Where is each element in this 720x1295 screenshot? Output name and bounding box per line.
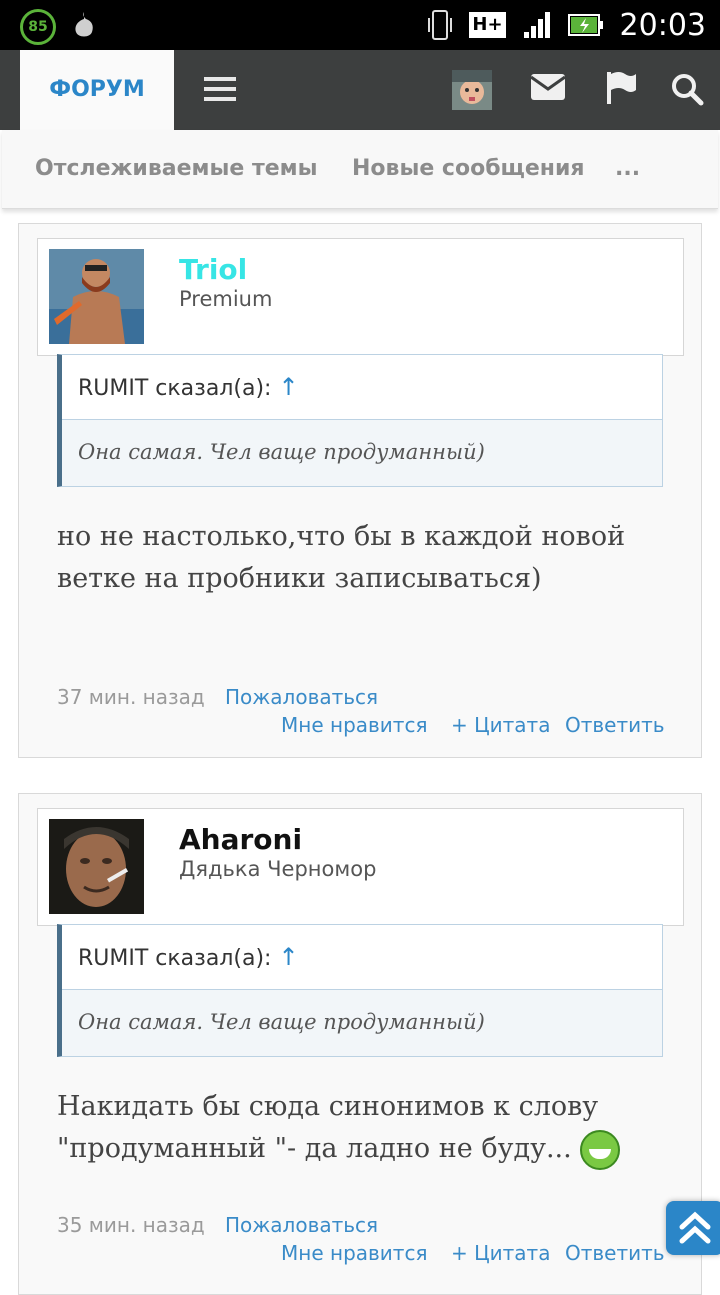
post-time[interactable]: 37 мин. назад [57, 685, 205, 709]
reply-link[interactable]: Ответить [565, 713, 665, 737]
quote-author: RUMIT сказал(а): [78, 946, 272, 971]
like-link[interactable]: Мне нравится [281, 713, 427, 737]
reply-link[interactable]: Ответить [565, 1241, 665, 1265]
scroll-to-top-button[interactable] [666, 1201, 720, 1255]
flag-icon[interactable] [605, 70, 637, 104]
user-avatar[interactable] [452, 70, 492, 110]
author-avatar[interactable] [49, 819, 144, 914]
quote-jump-arrow-icon[interactable]: ↑ [278, 373, 298, 401]
post-message: Накидать бы сюда синонимов к слову "прод… [57, 1086, 667, 1170]
quote-jump-arrow-icon[interactable]: ↑ [278, 943, 298, 971]
post-message-text: Накидать бы сюда синонимов к слову "прод… [57, 1091, 599, 1164]
report-link[interactable]: Пожаловаться [225, 685, 378, 709]
author-name[interactable]: Aharoni [179, 823, 302, 856]
battery-icon [567, 14, 603, 36]
clock: 20:03 [619, 7, 706, 43]
app-notification-icon [75, 12, 93, 37]
post-time[interactable]: 35 мин. назад [57, 1213, 205, 1237]
forum-subnav: Отслеживаемые темы Новые сообщения ... [2, 130, 718, 209]
post-item: Triol Premium RUMIT сказал(а): ↑ Она сам… [18, 223, 702, 758]
post-message: но не настолько,что бы в каждой новой ве… [57, 521, 626, 594]
report-link[interactable]: Пожаловаться [225, 1213, 378, 1237]
signal-icon [523, 12, 550, 38]
subnav-new-posts[interactable]: Новые сообщения [352, 156, 585, 181]
double-chevron-up-icon [679, 1211, 711, 1244]
subnav-watched-threads[interactable]: Отслеживаемые темы [35, 156, 318, 181]
network-type: H+ [469, 12, 506, 38]
status-bar: 85 H+ 20:03 [0, 0, 720, 50]
mail-icon[interactable] [531, 74, 565, 100]
author-avatar[interactable] [49, 249, 144, 344]
quote-block: RUMIT сказал(а): ↑ Она самая. Чел ваще п… [57, 354, 663, 487]
forum-header: ФОРУМ [0, 50, 720, 130]
quote-link[interactable]: + Цитата [451, 713, 550, 737]
quote-header: RUMIT сказал(а): ↑ [62, 925, 662, 990]
post-author: Aharoni Дядька Черномор [37, 808, 684, 926]
quote-block: RUMIT сказал(а): ↑ Она самая. Чел ваще п… [57, 924, 663, 1057]
quote-text: Она самая. Чел ваще продуманный) [78, 1010, 485, 1034]
menu-icon[interactable] [204, 77, 236, 101]
quote-text: Она самая. Чел ваще продуманный) [78, 440, 485, 464]
quote-author: RUMIT сказал(а): [78, 376, 272, 401]
like-link[interactable]: Мне нравится [281, 1241, 427, 1265]
grin-smiley-icon [580, 1129, 621, 1170]
tab-forum[interactable]: ФОРУМ [20, 50, 174, 130]
quote-link[interactable]: + Цитата [451, 1241, 550, 1265]
quote-header: RUMIT сказал(а): ↑ [62, 355, 662, 420]
author-name[interactable]: Triol [179, 253, 247, 286]
subnav-more[interactable]: ... [615, 156, 640, 181]
post-item: Aharoni Дядька Черномор RUMIT сказал(а):… [18, 793, 702, 1295]
post-author: Triol Premium [37, 238, 684, 356]
search-icon[interactable] [670, 72, 704, 106]
vibrate-icon [428, 10, 453, 40]
battery-saver-icon: 85 [20, 9, 56, 45]
author-title: Дядька Черномор [179, 857, 377, 881]
author-title: Premium [179, 287, 273, 311]
